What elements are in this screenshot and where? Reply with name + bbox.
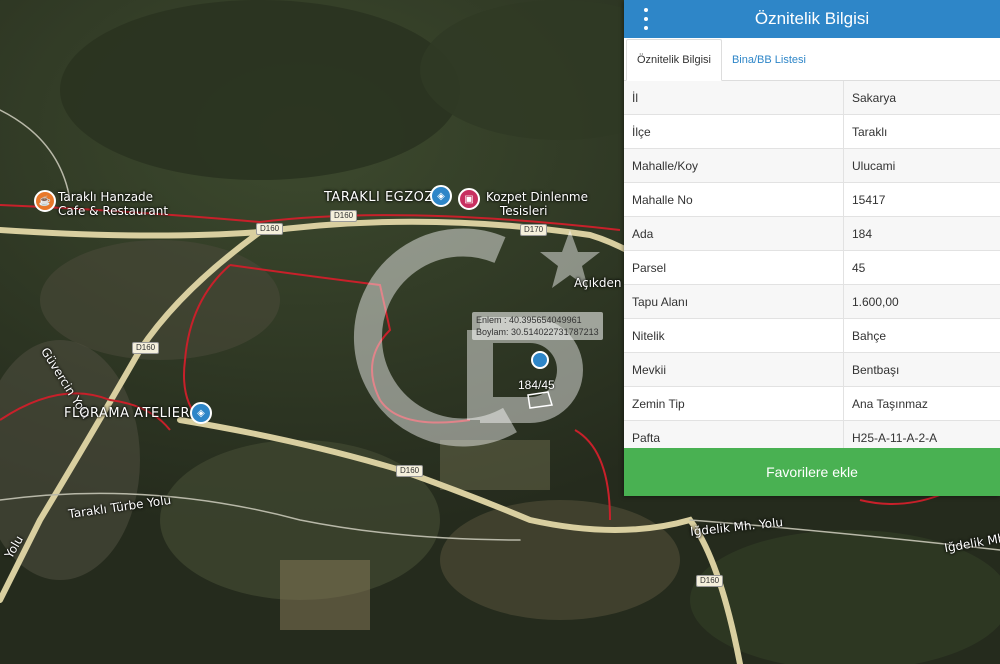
bus-icon[interactable]: ▣ xyxy=(458,188,480,210)
shop-icon[interactable]: ◈ xyxy=(190,402,212,424)
attribute-value: 15417 xyxy=(843,182,1000,217)
longitude-text: Boylam: 30.514022731787213 xyxy=(476,327,599,337)
attribute-key: Nitelik xyxy=(624,318,844,353)
poi-label-kozpet-2: Tesisleri xyxy=(500,204,548,218)
attribute-value: Bentbaşı xyxy=(843,352,1000,387)
coordinate-popup: Enlem : 40.395654049961 Boylam: 30.51402… xyxy=(472,312,603,340)
latitude-text: Enlem : 40.395654049961 xyxy=(476,315,582,325)
road-shield: D160 xyxy=(132,342,160,354)
shop-icon[interactable]: ◈ xyxy=(430,185,452,207)
attribute-value: Sakarya xyxy=(843,81,1000,115)
attribute-value: Bahçe xyxy=(843,318,1000,353)
table-row: İl Sakarya xyxy=(624,81,1000,115)
road-shield: D160 xyxy=(396,465,424,477)
vertical-dots-icon[interactable] xyxy=(642,8,650,30)
table-row: Zemin Tip Ana Taşınmaz xyxy=(624,386,1000,421)
place-label-acikden: Açıkden xyxy=(574,276,622,290)
add-to-favorites-button[interactable]: Favorilere ekle xyxy=(624,448,1000,496)
road-shield: D160 xyxy=(256,223,284,235)
attribute-key: Parsel xyxy=(624,250,844,285)
table-row: İlçe Taraklı xyxy=(624,114,1000,149)
attribute-key: İlçe xyxy=(624,114,844,149)
attribute-value: Ana Taşınmaz xyxy=(843,386,1000,421)
restaurant-icon[interactable]: ☕ xyxy=(34,190,56,212)
attribute-key: Mahalle No xyxy=(624,182,844,217)
table-row: Mevkii Bentbaşı xyxy=(624,352,1000,387)
panel-title: Öznitelik Bilgisi xyxy=(754,9,870,28)
table-row: Tapu Alanı 1.600,00 xyxy=(624,284,1000,319)
table-row: Parsel 45 xyxy=(624,250,1000,285)
attribute-key: Tapu Alanı xyxy=(624,284,844,319)
road-shield: D170 xyxy=(520,224,548,236)
attribute-key: Mevkii xyxy=(624,352,844,387)
attribute-key: Mahalle/Koy xyxy=(624,148,844,183)
road-shield: D160 xyxy=(330,210,358,222)
table-row: Mahalle No 15417 xyxy=(624,182,1000,217)
attribute-value: Ulucami xyxy=(843,148,1000,183)
attribute-key: İl xyxy=(624,81,844,115)
poi-label-hanzade: Taraklı Hanzade xyxy=(58,190,154,204)
attribute-value: 45 xyxy=(843,250,1000,285)
attribute-panel: Öznitelik Bilgisi Öznitelik Bilgisi Bina… xyxy=(624,0,1000,496)
poi-label-tarakli-egzoz: TARAKLI EGZOZ xyxy=(324,190,434,205)
road-shield: D160 xyxy=(696,575,724,587)
panel-tabs: Öznitelik Bilgisi Bina/BB Listesi xyxy=(624,38,1000,81)
attribute-table: İl Sakarya İlçe Taraklı Mahalle/Koy Ulucami… xyxy=(624,81,1000,455)
table-row: Mahalle/Koy Ulucami xyxy=(624,148,1000,183)
panel-header: Öznitelik Bilgisi xyxy=(624,0,1000,38)
attribute-value: Taraklı xyxy=(843,114,1000,149)
table-row: Nitelik Bahçe xyxy=(624,318,1000,353)
poi-label-kozpet: Kozpet Dinlenme xyxy=(486,190,589,204)
tab-building-list[interactable]: Bina/BB Listesi xyxy=(722,40,816,80)
attribute-key: Zemin Tip xyxy=(624,386,844,421)
attribute-value: 1.600,00 xyxy=(843,284,1000,319)
tab-attribute-info[interactable]: Öznitelik Bilgisi xyxy=(626,39,722,81)
poi-label-hanzade-2: Cafe & Restaurant xyxy=(58,204,169,218)
table-row: Ada 184 xyxy=(624,216,1000,251)
poi-label-florama: FLORAMA ATELIER xyxy=(64,406,190,421)
attribute-value: 184 xyxy=(843,216,1000,251)
attribute-key: Ada xyxy=(624,216,844,251)
parcel-label: 184/45 xyxy=(518,378,555,392)
